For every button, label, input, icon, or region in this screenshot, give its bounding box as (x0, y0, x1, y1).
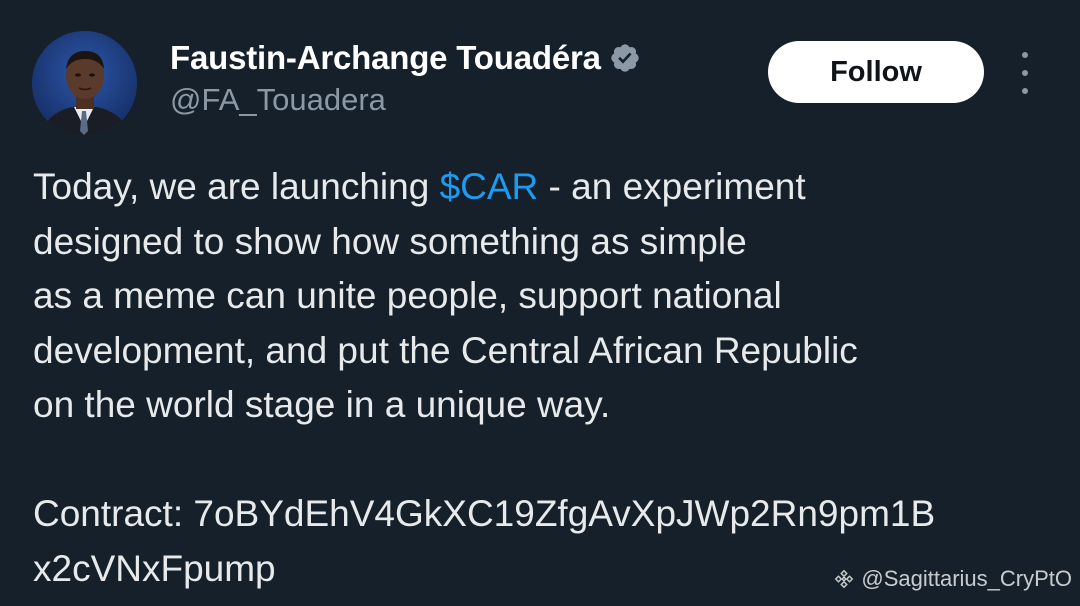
tweet-line: as a meme can unite people, support nati… (33, 275, 782, 316)
tweet-body: Today, we are launching $CAR - an experi… (33, 160, 1053, 596)
author-handle[interactable]: @FA_Touadera (170, 82, 641, 118)
cashtag-link[interactable]: $CAR (440, 166, 539, 207)
tweet-line: Contract: 7oBYdEhV4GkXC19ZfgAvXpJWp2Rn9p… (33, 493, 936, 534)
more-dot (1022, 52, 1028, 58)
tweet-text-segment: Today, we are launching (33, 166, 440, 207)
author-block: Faustin-Archange Touadéra @FA_Touadera (170, 38, 641, 118)
follow-button[interactable]: Follow (768, 41, 984, 103)
more-dot (1022, 88, 1028, 94)
tweet-line: designed to show how something as simple (33, 220, 747, 262)
tweet-line: on the world stage in a unique way. (33, 384, 611, 425)
watermark-text: @Sagittarius_CryPtO (861, 566, 1072, 591)
watermark: @Sagittarius_CryPtO (833, 566, 1072, 592)
avatar-image (32, 31, 137, 136)
verified-badge-icon[interactable] (609, 42, 641, 74)
display-name-row: Faustin-Archange Touadéra (170, 38, 641, 78)
tweet-line: Today, we are launching $CAR - an experi… (33, 160, 1053, 215)
avatar[interactable] (32, 31, 137, 136)
binance-logo-icon (833, 568, 855, 590)
tweet-line: development, and put the Central African… (33, 329, 858, 371)
tweet-card: Faustin-Archange Touadéra @FA_Touadera F… (0, 0, 1080, 606)
more-vertical-icon[interactable] (1010, 52, 1040, 94)
tweet-text-segment: - an experiment (538, 166, 806, 207)
display-name[interactable]: Faustin-Archange Touadéra (170, 39, 601, 77)
more-dot (1022, 70, 1028, 76)
